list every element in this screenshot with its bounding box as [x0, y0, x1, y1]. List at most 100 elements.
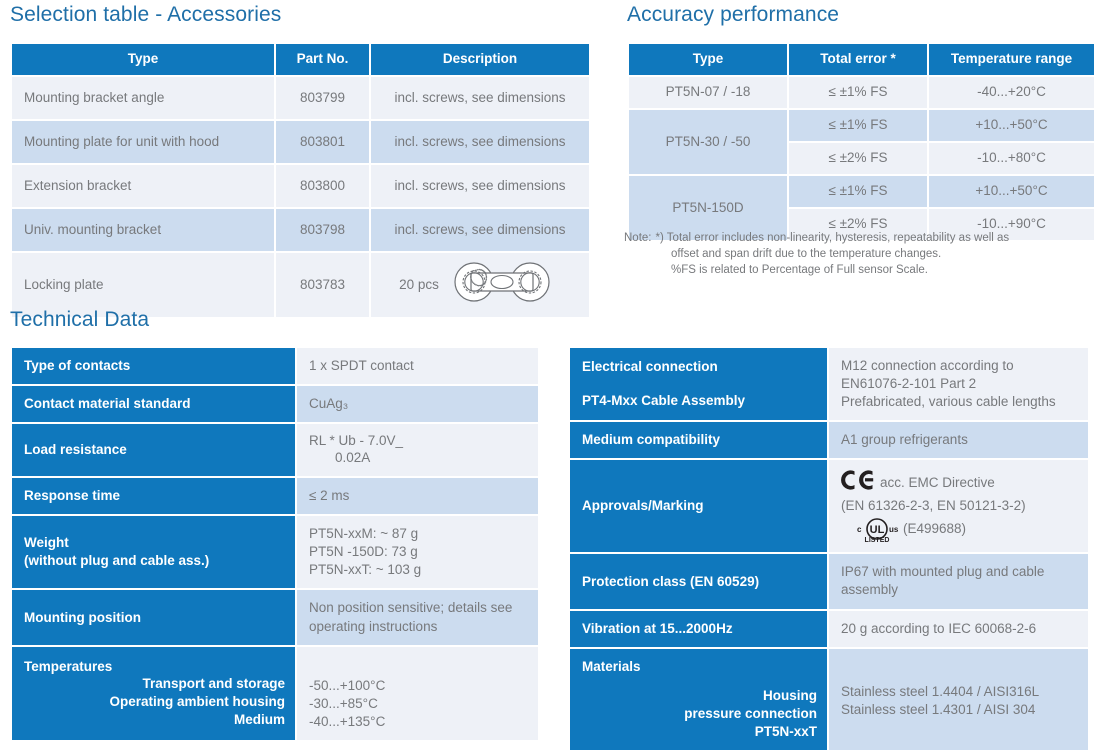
- row-label-weight: Weight (without plug and cable ass.): [12, 516, 295, 589]
- technical-left-table-wrapper: Type of contacts 1 x SPDT contact Contac…: [10, 346, 540, 742]
- cell-temperature-range: -10...+80°C: [929, 142, 1094, 174]
- note-label: Note:: [624, 232, 652, 244]
- row-value-medium-compatibility: A1 group refrigerants: [829, 422, 1088, 459]
- cell-part-no: 803798: [299, 221, 346, 237]
- cell-total-error: ≤ ±1% FS: [789, 76, 927, 108]
- row-label-response-time: Response time: [12, 478, 295, 515]
- table-row: Vibration at 15...2000Hz 20 g according …: [570, 610, 1088, 647]
- weight-label-line-1: Weight: [24, 535, 69, 551]
- table-row: Mounting plate for unit with hood 803801…: [12, 120, 589, 163]
- temperatures-sub-operating: Operating ambient housing: [109, 694, 285, 710]
- temperatures-sub-transport: Transport and storage: [142, 676, 285, 692]
- row-label-protection-class: Protection class (EN 60529): [570, 554, 827, 609]
- column-header-type: Type: [629, 44, 787, 75]
- materials-value-housing: Stainless steel 1.4404 / AISI316L: [841, 683, 1040, 699]
- temperatures-sub-medium: Medium: [233, 712, 285, 727]
- materials-sub-housing: Housing: [763, 688, 817, 704]
- temperatures-label: Temperatures: [24, 658, 113, 674]
- electrical-connection-line-2: EN61076-2-101 Part 2: [841, 376, 977, 392]
- cell-type: PT5N-150D: [629, 175, 787, 240]
- row-value-temperatures: -50...+100°C -30...+85°C -40...+135°C: [297, 646, 538, 740]
- cell-description: incl. screws, see dimensions: [394, 177, 566, 193]
- row-value-weight: PT5N-xxM: ~ 87 g PT5N -150D: 73 g PT5N-x…: [297, 516, 538, 589]
- note-line-2: offset and span drift due to the tempera…: [671, 247, 942, 260]
- locking-plate-icon: [443, 261, 561, 308]
- table-row: Type of contacts 1 x SPDT contact: [12, 348, 538, 385]
- table-row: Load resistance RL * Ub - 7.0V_ 0.02A: [12, 424, 538, 477]
- cell-temperature-range: -40...+20°C: [929, 76, 1094, 108]
- accessories-table-wrapper: Type Part No. Description Mounting brack…: [10, 42, 591, 319]
- locking-plate-quantity-label: 20 pcs: [399, 276, 439, 292]
- accessories-heading: Selection table - Accessories: [10, 3, 282, 26]
- weight-value-line-2: PT5N -150D: 73 g: [309, 544, 418, 560]
- cell-temperature-range: +10...+50°C: [929, 175, 1094, 207]
- materials-value-pressure-connection: Stainless steel 1.4301 / AISI 304: [841, 701, 1036, 717]
- row-value-protection-class: IP67 with mounted plug and cable assembl…: [829, 554, 1088, 609]
- note-text-1: *) Total error includes non-linearity, h…: [655, 232, 1010, 244]
- cell-type: Mounting plate for unit with hood: [24, 133, 220, 149]
- row-value-contact-material-standard: CuAg₃: [297, 386, 538, 423]
- electrical-connection-label: Electrical connection: [582, 359, 718, 375]
- cell-total-error: ≤ ±1% FS: [789, 109, 927, 141]
- row-label-contact-material-standard: Contact material standard: [12, 386, 295, 423]
- approval-standards: (EN 61326-2-3, EN 50121-3-2): [841, 498, 1026, 514]
- row-label-electrical-connection: Electrical connection PT4-Mxx Cable Asse…: [570, 348, 827, 421]
- column-header-type: Type: [12, 44, 274, 75]
- cell-description: 20 pcs: [371, 253, 589, 317]
- accuracy-table: Type Total error * Temperature range PT5…: [627, 42, 1096, 242]
- cell-description: incl. screws, see dimensions: [394, 133, 566, 149]
- fraction-denominator: 0.02A: [335, 450, 371, 466]
- table-row: Response time ≤ 2 ms: [12, 478, 538, 515]
- row-label-materials: Materials Housing pressure connection PT…: [570, 648, 827, 750]
- accuracy-note: Note: *) Total error includes non-lineari…: [624, 231, 1094, 279]
- table-header-row: Type Part No. Description: [12, 44, 589, 75]
- cell-type: Locking plate: [24, 276, 104, 292]
- column-header-description: Description: [371, 44, 589, 75]
- table-row: Electrical connection PT4-Mxx Cable Asse…: [570, 348, 1088, 421]
- table-row: Univ. mounting bracket 803798 incl. scre…: [12, 208, 589, 251]
- row-value-materials: Stainless steel 1.4404 / AISI316L Stainl…: [829, 648, 1088, 750]
- table-row: Contact material standard CuAg₃: [12, 386, 538, 423]
- temperatures-value-medium: -40...+135°C: [309, 713, 386, 729]
- table-row: Protection class (EN 60529) IP67 with mo…: [570, 554, 1088, 609]
- row-label-approvals-marking: Approvals/Marking: [570, 460, 827, 553]
- table-row: Medium compatibility A1 group refrigeran…: [570, 422, 1088, 459]
- table-row: Locking plate 803783 20 pcs: [12, 252, 589, 317]
- cell-temperature-range: +10...+50°C: [929, 109, 1094, 141]
- approval-stack: acc. EMC Directive (EN 61326-2-3, EN 501…: [841, 470, 1076, 543]
- cell-part-no: 803800: [299, 177, 346, 193]
- ce-mark-icon: [841, 469, 875, 495]
- protection-class-line-2: assembly: [841, 582, 899, 598]
- technical-right-table-wrapper: Electrical connection PT4-Mxx Cable Asse…: [568, 346, 1090, 752]
- cell-description: incl. screws, see dimensions: [394, 89, 566, 105]
- svg-text:LISTED: LISTED: [865, 537, 890, 543]
- table-row: Approvals/Marking acc. EMC Directive (EN…: [570, 460, 1088, 553]
- cell-type: PT5N-07 / -18: [629, 76, 787, 108]
- technical-right-table: Electrical connection PT4-Mxx Cable Asse…: [568, 346, 1090, 752]
- column-header-temperature-range: Temperature range: [929, 44, 1094, 75]
- cell-part-no: 803799: [299, 89, 346, 105]
- note-line-1: Note: *) Total error includes non-lineari…: [624, 231, 1094, 247]
- svg-text:c: c: [857, 525, 862, 534]
- ul-listed-icon: c UL us LISTED: [855, 516, 901, 543]
- ul-file-number: (E499688): [903, 521, 967, 537]
- note-line-3: %FS is related to Percentage of Full sen…: [671, 263, 928, 276]
- row-value-vibration: 20 g according to IEC 60068-2-6: [829, 610, 1088, 647]
- ce-marking-line: acc. EMC Directive: [841, 470, 1076, 496]
- column-header-part-no: Part No.: [276, 44, 369, 75]
- ul-marking-line: c UL us LISTED (E499688): [841, 516, 1076, 543]
- weight-label-line-2: (without plug and cable ass.): [24, 553, 210, 569]
- row-label-medium-compatibility: Medium compatibility: [570, 422, 827, 459]
- cell-type: PT5N-30 / -50: [629, 109, 787, 174]
- materials-label: Materials: [582, 658, 641, 674]
- row-label-type-of-contacts: Type of contacts: [12, 348, 295, 385]
- table-row: Weight (without plug and cable ass.) PT5…: [12, 516, 538, 589]
- technical-left-table: Type of contacts 1 x SPDT contact Contac…: [10, 346, 540, 742]
- cell-total-error: ≤ ±1% FS: [789, 175, 927, 207]
- accessories-table: Type Part No. Description Mounting brack…: [10, 42, 591, 319]
- row-label-mounting-position: Mounting position: [12, 590, 295, 645]
- cable-assembly-label: PT4-Mxx Cable Assembly: [582, 393, 746, 409]
- table-row: Mounting bracket angle 803799 incl. scre…: [12, 76, 589, 119]
- weight-value-line-3: PT5N-xxT: ~ 103 g: [309, 562, 422, 578]
- table-row: PT5N-07 / -18 ≤ ±1% FS -40...+20°C: [629, 76, 1094, 108]
